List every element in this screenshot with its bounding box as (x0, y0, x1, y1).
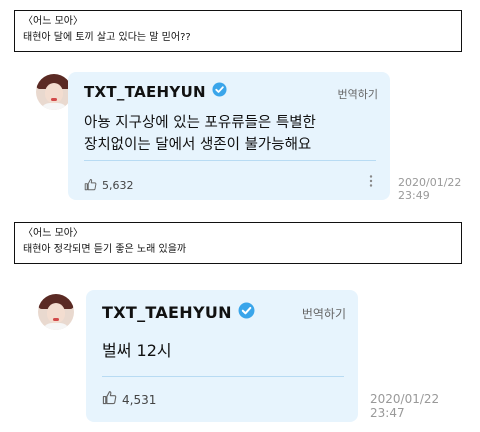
divider (102, 376, 344, 377)
question-title: 〈어느 모아〉 (23, 228, 83, 239)
timestamp-time: 23:47 (370, 406, 405, 420)
reply-text-line: 아뇽 지구상에 있는 포유류들은 특별한 (84, 115, 316, 131)
timestamp-time: 23:49 (398, 189, 430, 202)
author-row: TXT_TAEHYUN (84, 82, 227, 101)
question-box-2: 〈어느 모아〉 태현아 정각되면 듣기 좋은 노래 있을까 (14, 222, 462, 264)
question-text: 태현아 달에 토끼 살고 있다는 말 믿어?? (23, 32, 191, 43)
reply-card-2: TXT_TAEHYUN 번역하기 벌써 12시 4,531 (86, 290, 358, 422)
reply-text: 아뇽 지구상에 있는 포유류들은 특별한 장치없이는 달에서 생존이 불가능해요 (84, 112, 374, 156)
translate-button[interactable]: 번역하기 (302, 305, 346, 322)
reply-card-1: TXT_TAEHYUN 번역하기 아뇽 지구상에 있는 포유류들은 특별한 장치… (68, 72, 390, 200)
author-row: TXT_TAEHYUN (102, 302, 255, 323)
question-box-1: 〈어느 모아〉 태현아 달에 토끼 살고 있다는 말 믿어?? (14, 10, 462, 52)
like-count: 4,531 (122, 392, 157, 407)
more-vertical-icon[interactable] (368, 173, 374, 192)
reply-text-line: 장치없이는 달에서 생존이 불가능해요 (84, 137, 312, 153)
like-count: 5,632 (102, 179, 134, 192)
thumbs-up-icon (84, 176, 97, 195)
verified-badge-icon (238, 302, 255, 323)
like-button[interactable]: 5,632 (84, 176, 134, 195)
timestamp: 2020/01/22 23:49 (398, 176, 461, 202)
author-handle[interactable]: TXT_TAEHYUN (102, 303, 232, 322)
like-button[interactable]: 4,531 (102, 390, 156, 409)
question-text: 태현아 정각되면 듣기 좋은 노래 있을까 (23, 244, 187, 255)
timestamp: 2020/01/22 23:47 (370, 392, 439, 420)
avatar[interactable] (38, 294, 74, 330)
translate-button[interactable]: 번역하기 (338, 86, 378, 102)
timestamp-date: 2020/01/22 (370, 392, 440, 406)
question-title: 〈어느 모아〉 (23, 16, 83, 27)
thumbs-up-icon (102, 390, 117, 409)
verified-badge-icon (212, 82, 227, 101)
divider (84, 160, 376, 161)
avatar[interactable] (36, 74, 72, 110)
timestamp-date: 2020/01/22 (398, 176, 462, 189)
author-handle[interactable]: TXT_TAEHYUN (84, 83, 206, 101)
reply-text: 벌써 12시 (102, 341, 172, 360)
